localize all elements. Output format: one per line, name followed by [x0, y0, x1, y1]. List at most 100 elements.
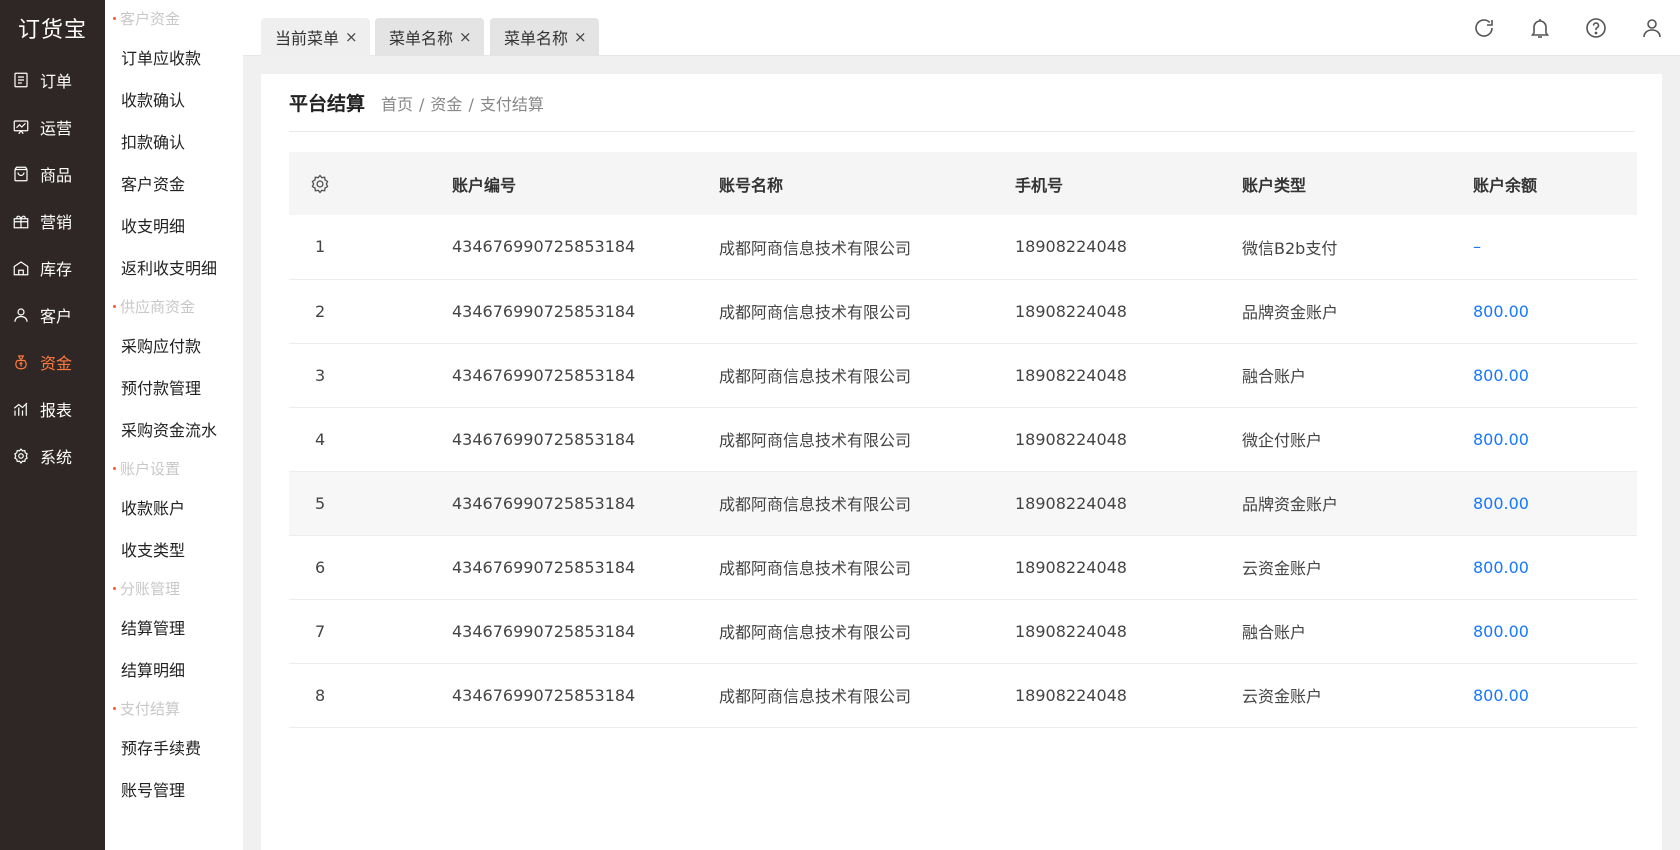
balance-cell[interactable]: 800.00: [1473, 407, 1637, 471]
column-settings-icon[interactable]: [289, 152, 452, 215]
app-logo[interactable]: 订货宝: [0, 0, 105, 56]
top-actions: [1456, 0, 1680, 56]
column-account-id: 账户编号: [452, 175, 517, 195]
nav-item[interactable]: 系统: [0, 432, 105, 479]
nav-item-label: 系统: [40, 447, 73, 467]
submenu-item[interactable]: 结算明细: [105, 648, 243, 690]
balance-cell[interactable]: 800.00: [1473, 535, 1637, 599]
nav-item[interactable]: 客户: [0, 291, 105, 338]
nav-item[interactable]: 商品: [0, 150, 105, 197]
help-icon[interactable]: [1568, 0, 1624, 56]
balance-cell[interactable]: 800.00: [1473, 471, 1637, 535]
bullet-icon: [113, 304, 116, 308]
balance-cell[interactable]: –: [1473, 215, 1637, 279]
table-row[interactable]: 6 434676990725853184 成都阿商信息技术有限公司 189082240…: [289, 535, 1637, 599]
table-row[interactable]: 4 434676990725853184 成都阿商信息技术有限公司 189082240…: [289, 407, 1637, 471]
balance-cell[interactable]: 800.00: [1473, 279, 1637, 343]
table-row[interactable]: 5 434676990725853184 成都阿商信息技术有限公司 189082240…: [289, 471, 1637, 535]
account-type-cell: 云资金账户: [1242, 559, 1323, 578]
column-account-name: 账号名称: [719, 175, 784, 195]
nav-item[interactable]: 资金: [0, 338, 105, 385]
submenu-item[interactable]: 预存手续费: [105, 726, 243, 768]
nav-item-label: 资金: [40, 353, 73, 373]
nav-item[interactable]: 运营: [0, 103, 105, 150]
account-id-cell: 434676990725853184: [452, 237, 636, 257]
phone-cell: 18908224048: [1015, 365, 1127, 385]
nav-item[interactable]: 营销: [0, 197, 105, 244]
account-name-cell: 成都阿商信息技术有限公司: [719, 559, 912, 578]
nav-item-label: 营销: [40, 212, 73, 232]
row-index: 8: [315, 685, 326, 705]
row-index: 6: [315, 557, 326, 577]
table-row[interactable]: 3 434676990725853184 成都阿商信息技术有限公司 189082240…: [289, 343, 1637, 407]
submenu-item[interactable]: 收支类型: [105, 528, 243, 570]
submenu-item[interactable]: 采购应付款: [105, 324, 243, 366]
table-row[interactable]: 7 434676990725853184 成都阿商信息技术有限公司 189082240…: [289, 599, 1637, 663]
user-icon[interactable]: [1624, 0, 1680, 56]
balance-cell[interactable]: 800.00: [1473, 663, 1637, 727]
account-name-cell: 成都阿商信息技术有限公司: [719, 303, 912, 322]
submenu-item[interactable]: 预付款管理: [105, 366, 243, 408]
account-id-cell: 434676990725853184: [452, 557, 636, 577]
nav-item[interactable]: 库存: [0, 244, 105, 291]
submenu-item[interactable]: 客户资金: [105, 162, 243, 204]
table-row[interactable]: 2 434676990725853184 成都阿商信息技术有限公司 189082240…: [289, 279, 1637, 343]
submenu-group-label: 客户资金: [120, 9, 181, 28]
breadcrumb-funds[interactable]: 资金: [430, 95, 462, 114]
close-icon[interactable]: ×: [459, 28, 472, 46]
report-icon: [12, 400, 30, 418]
account-name-cell: 成都阿商信息技术有限公司: [719, 367, 912, 386]
sub-menu: 客户资金 订单应收款 收款确认 扣款确认 客户资金 收支明细 返利收支明细 供应商资金 采购应付…: [105, 0, 243, 850]
breadcrumb: 首页 / 资金 / 支付结算: [381, 91, 544, 115]
table-row[interactable]: 1 434676990725853184 成都阿商信息技术有限公司 189082240…: [289, 215, 1637, 279]
submenu-group-title: 分账管理: [105, 570, 243, 606]
balance-cell[interactable]: 800.00: [1473, 599, 1637, 663]
account-id-cell: 434676990725853184: [452, 365, 636, 385]
submenu-item[interactable]: 扣款确认: [105, 120, 243, 162]
gift-icon: [12, 212, 30, 230]
submenu-item[interactable]: 收支明细: [105, 204, 243, 246]
column-account-type: 账户类型: [1242, 175, 1307, 195]
nav-item-label: 报表: [40, 400, 73, 420]
breadcrumb-current: 支付结算: [479, 94, 544, 114]
page-title: 平台结算: [289, 93, 366, 115]
row-index: 5: [315, 493, 326, 513]
submenu-item[interactable]: 结算管理: [105, 606, 243, 648]
nav-item-label: 运营: [40, 118, 73, 138]
submenu-item[interactable]: 收款账户: [105, 486, 243, 528]
balance-cell[interactable]: 800.00: [1473, 343, 1637, 407]
list-icon: [12, 71, 30, 89]
breadcrumb-home[interactable]: 首页: [381, 95, 413, 114]
close-icon[interactable]: ×: [574, 28, 587, 46]
nav-item[interactable]: 报表: [0, 385, 105, 432]
phone-cell: 18908224048: [1015, 621, 1127, 641]
top-bar: 当前菜单 × 菜单名称 × 菜单名称 ×: [243, 0, 1680, 56]
bullet-icon: [113, 16, 116, 20]
phone-cell: 18908224048: [1015, 429, 1127, 449]
tab-current-menu[interactable]: 当前菜单 ×: [261, 18, 370, 56]
submenu-item[interactable]: 账号管理: [105, 768, 243, 810]
nav-item-label: 商品: [40, 165, 73, 185]
refresh-icon[interactable]: [1456, 0, 1512, 56]
row-index: 2: [315, 301, 326, 321]
submenu-item[interactable]: 采购资金流水: [105, 408, 243, 450]
account-name-cell: 成都阿商信息技术有限公司: [719, 238, 912, 258]
tab-menu-name[interactable]: 菜单名称 ×: [490, 18, 599, 56]
account-id-cell: 434676990725853184: [452, 493, 636, 513]
phone-cell: 18908224048: [1015, 685, 1127, 705]
close-icon[interactable]: ×: [345, 28, 358, 46]
nav-item-label: 客户: [40, 306, 73, 326]
tab-menu-name[interactable]: 菜单名称 ×: [375, 18, 484, 56]
row-index: 7: [315, 621, 326, 641]
submenu-item[interactable]: 收款确认: [105, 78, 243, 120]
column-balance: 账户余额: [1473, 175, 1538, 195]
submenu-item[interactable]: 返利收支明细: [105, 246, 243, 288]
account-type-cell: 微企付账户: [1242, 431, 1323, 450]
table-row[interactable]: 8 434676990725853184 成都阿商信息技术有限公司 189082240…: [289, 663, 1637, 727]
submenu-item[interactable]: 订单应收款: [105, 36, 243, 78]
bell-icon[interactable]: [1512, 0, 1568, 56]
bullet-icon: [113, 586, 116, 590]
account-type-cell: 微信B2b支付: [1242, 238, 1338, 258]
nav-item[interactable]: 订单: [0, 56, 105, 103]
content-card: 平台结算 首页 / 资金 / 支付结算 账户编号 账号名称 手机号 账户类型 账户余额 …: [261, 74, 1662, 850]
